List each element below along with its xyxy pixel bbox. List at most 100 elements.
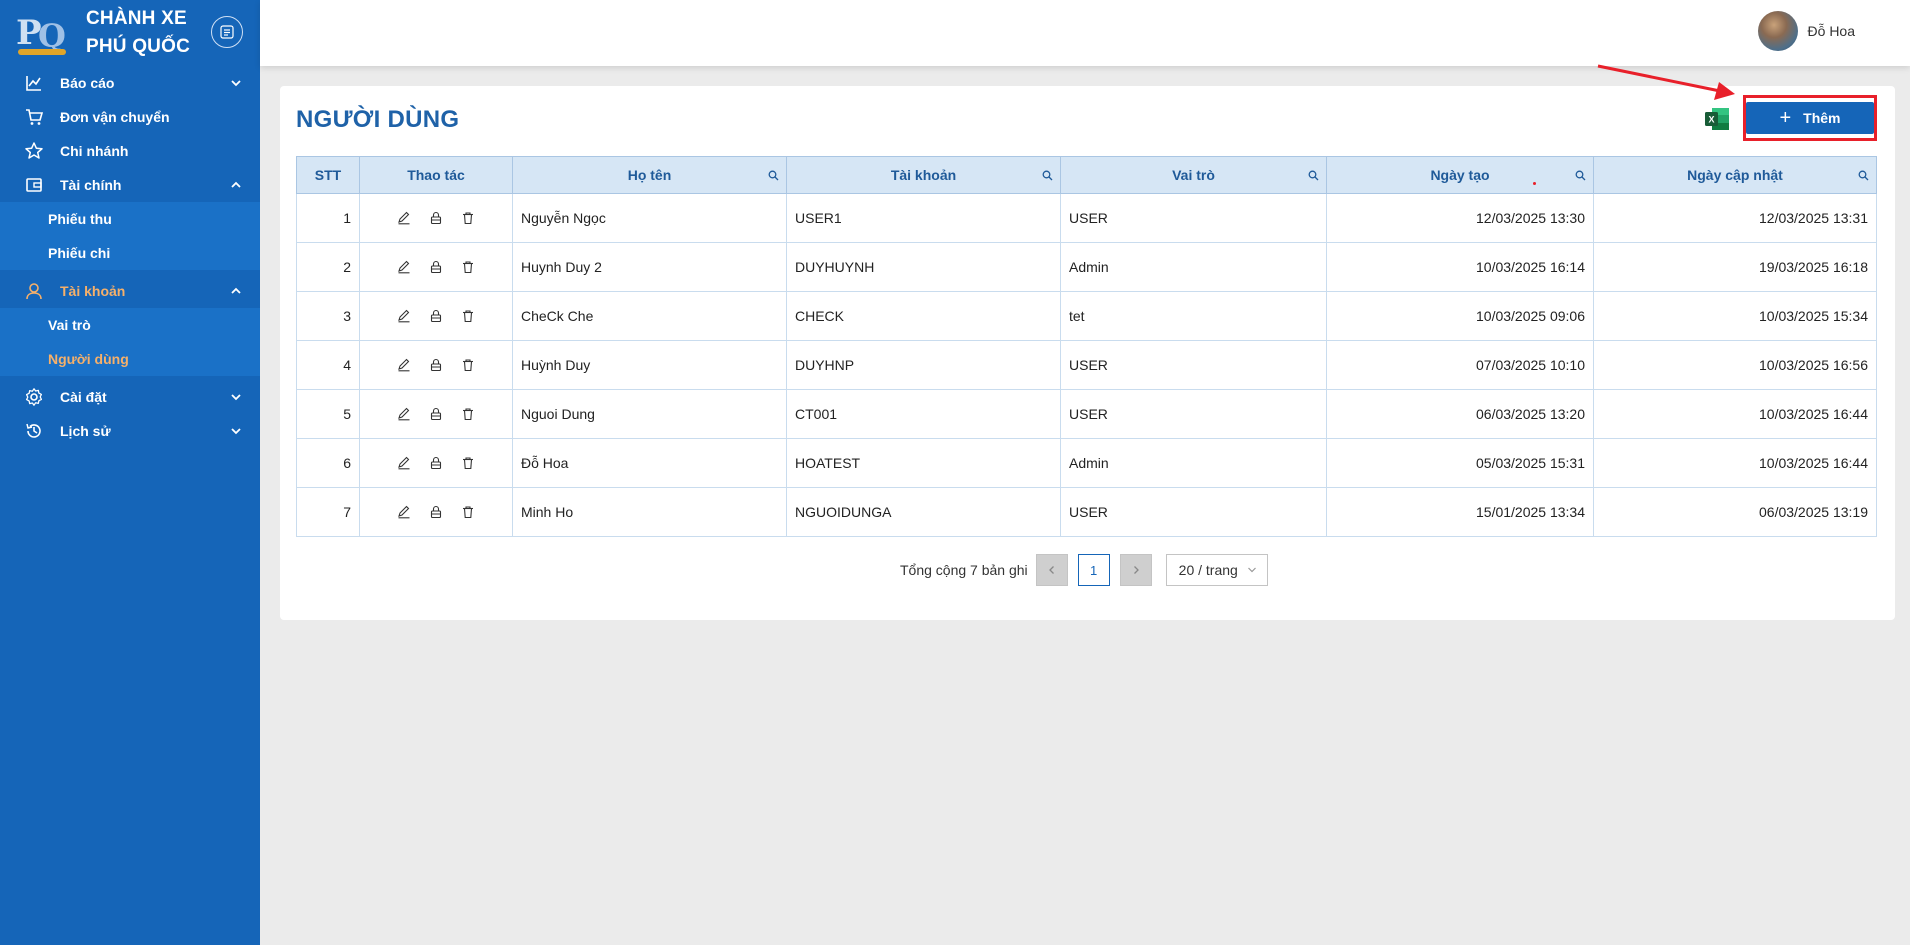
lock-icon[interactable] (427, 307, 445, 325)
brand-title: CHÀNH XE PHÚ QUỐC (86, 5, 190, 61)
edit-icon[interactable] (395, 503, 413, 521)
trash-icon[interactable] (459, 503, 477, 521)
edit-icon[interactable] (395, 307, 413, 325)
lock-icon[interactable] (427, 405, 445, 423)
lock-icon[interactable] (427, 209, 445, 227)
user-icon (24, 281, 44, 301)
page-size-select[interactable]: 20 / trang (1165, 554, 1268, 586)
trash-icon[interactable] (459, 405, 477, 423)
column-header-name: Họ tên (512, 156, 787, 194)
table-row: 4 Huỳnh Duy DUYHNP USER 07/03/2025 10:10 10/0… (296, 340, 1877, 390)
sidebar-item-bao-cao[interactable]: Báo cáo (0, 66, 260, 100)
cell-role: USER (1060, 340, 1327, 390)
trash-icon[interactable] (459, 258, 477, 276)
cell-created: 05/03/2025 15:31 (1326, 438, 1594, 488)
sidebar-item-tai-khoan[interactable]: Tài khoản (0, 274, 260, 308)
sidebar-item-lich-su[interactable]: Lịch sử (0, 414, 260, 448)
cell-account: NGUOIDUNGA (786, 487, 1061, 537)
chevron-down-icon (231, 394, 241, 401)
pagination-prev-button[interactable] (1035, 554, 1068, 586)
brand: P Q CHÀNH XE PHÚ QUỐC (0, 0, 260, 66)
column-header-actions: Thao tác (359, 156, 513, 194)
users-table: STT Thao tác Họ tên Tài khoản Vai trò Ng… (296, 156, 1877, 537)
edit-icon[interactable] (395, 356, 413, 374)
trash-icon[interactable] (459, 209, 477, 227)
trash-icon[interactable] (459, 356, 477, 374)
top-header: Đỗ Hoa (260, 0, 1910, 66)
sidebar-item-chi-nhanh[interactable]: Chi nhánh (0, 134, 260, 168)
menu-toggle-button[interactable] (211, 16, 243, 48)
cell-actions (359, 340, 513, 390)
lock-icon[interactable] (427, 454, 445, 472)
lock-icon[interactable] (427, 356, 445, 374)
edit-icon[interactable] (395, 258, 413, 276)
cell-created: 07/03/2025 10:10 (1326, 340, 1594, 390)
chevron-down-icon (231, 428, 241, 435)
sidebar-item-label: Lịch sử (60, 423, 111, 439)
cell-account: DUYHUYNH (786, 242, 1061, 292)
pagination-page-1[interactable]: 1 (1077, 554, 1110, 586)
plus-icon: + (1779, 107, 1792, 129)
edit-icon[interactable] (395, 209, 413, 227)
add-user-button[interactable]: + Thêm (1746, 102, 1874, 134)
trash-icon[interactable] (459, 454, 477, 472)
column-header-updated: Ngày cập nhật (1593, 156, 1877, 194)
cell-stt: 7 (296, 487, 360, 537)
chevron-down-icon (1247, 567, 1256, 573)
edit-icon[interactable] (395, 454, 413, 472)
cell-role: Admin (1060, 242, 1327, 292)
sidebar: P Q CHÀNH XE PHÚ QUỐC Báo cáo Đơn vận ch… (0, 0, 260, 945)
cell-account: CHECK (786, 291, 1061, 341)
lock-icon[interactable] (427, 503, 445, 521)
edit-icon[interactable] (395, 405, 413, 423)
cell-updated: 10/03/2025 16:44 (1593, 389, 1877, 439)
column-header-label: Ngày tạo (1430, 167, 1490, 183)
cell-actions (359, 242, 513, 292)
search-icon[interactable] (768, 170, 779, 181)
search-icon[interactable] (1308, 170, 1319, 181)
pagination-total: Tổng cộng 7 bản ghi (900, 562, 1028, 578)
cell-stt: 2 (296, 242, 360, 292)
sidebar-item-nguoi-dung[interactable]: Người dùng (0, 342, 260, 376)
cell-created: 12/03/2025 13:30 (1326, 193, 1594, 243)
cell-name: CheCk Che (512, 291, 787, 341)
search-icon[interactable] (1858, 170, 1869, 181)
history-icon (24, 421, 44, 441)
table-header-row: STT Thao tác Họ tên Tài khoản Vai trò Ng… (296, 156, 1877, 194)
user-name: Đỗ Hoa (1807, 23, 1855, 39)
main-card: NGƯỜI DÙNG X + Thêm STT Thao tác Họ tên … (280, 86, 1895, 620)
submenu-tai-chinh: Phiếu thu Phiếu chi (0, 202, 260, 270)
cell-name: Nguoi Dung (512, 389, 787, 439)
sidebar-item-don-van-chuyen[interactable]: Đơn vận chuyển (0, 100, 260, 134)
sidebar-item-vai-tro[interactable]: Vai trò (0, 308, 260, 342)
chevron-right-icon (1133, 566, 1139, 574)
cell-role: USER (1060, 487, 1327, 537)
sidebar-item-phieu-chi[interactable]: Phiếu chi (0, 236, 260, 270)
search-icon[interactable] (1575, 170, 1586, 181)
sidebar-item-label: Đơn vận chuyển (60, 109, 170, 125)
sidebar-item-phieu-thu[interactable]: Phiếu thu (0, 202, 260, 236)
cell-stt: 4 (296, 340, 360, 390)
cell-actions (359, 291, 513, 341)
cell-stt: 1 (296, 193, 360, 243)
pagination-next-button[interactable] (1119, 554, 1152, 586)
sidebar-item-cai-dat[interactable]: Cài đặt (0, 380, 260, 414)
search-icon[interactable] (1042, 170, 1053, 181)
lock-icon[interactable] (427, 258, 445, 276)
cell-updated: 12/03/2025 13:31 (1593, 193, 1877, 243)
table-row: 3 CheCk Che CHECK tet 10/03/2025 09:06 10/03/… (296, 291, 1877, 341)
trash-icon[interactable] (459, 307, 477, 325)
sidebar-item-label: Tài khoản (60, 283, 126, 299)
column-header-stt: STT (296, 156, 360, 194)
cell-name: Đỗ Hoa (512, 438, 787, 488)
cell-created: 10/03/2025 09:06 (1326, 291, 1594, 341)
sidebar-item-tai-chinh[interactable]: Tài chính (0, 168, 260, 202)
cell-actions (359, 438, 513, 488)
chart-line-icon (24, 73, 44, 93)
user-menu[interactable]: Đỗ Hoa (1757, 11, 1855, 51)
menu-icon (220, 25, 234, 39)
cell-role: Admin (1060, 438, 1327, 488)
cell-actions (359, 487, 513, 537)
column-header-label: Họ tên (627, 167, 672, 183)
excel-export-icon[interactable]: X (1704, 107, 1730, 131)
